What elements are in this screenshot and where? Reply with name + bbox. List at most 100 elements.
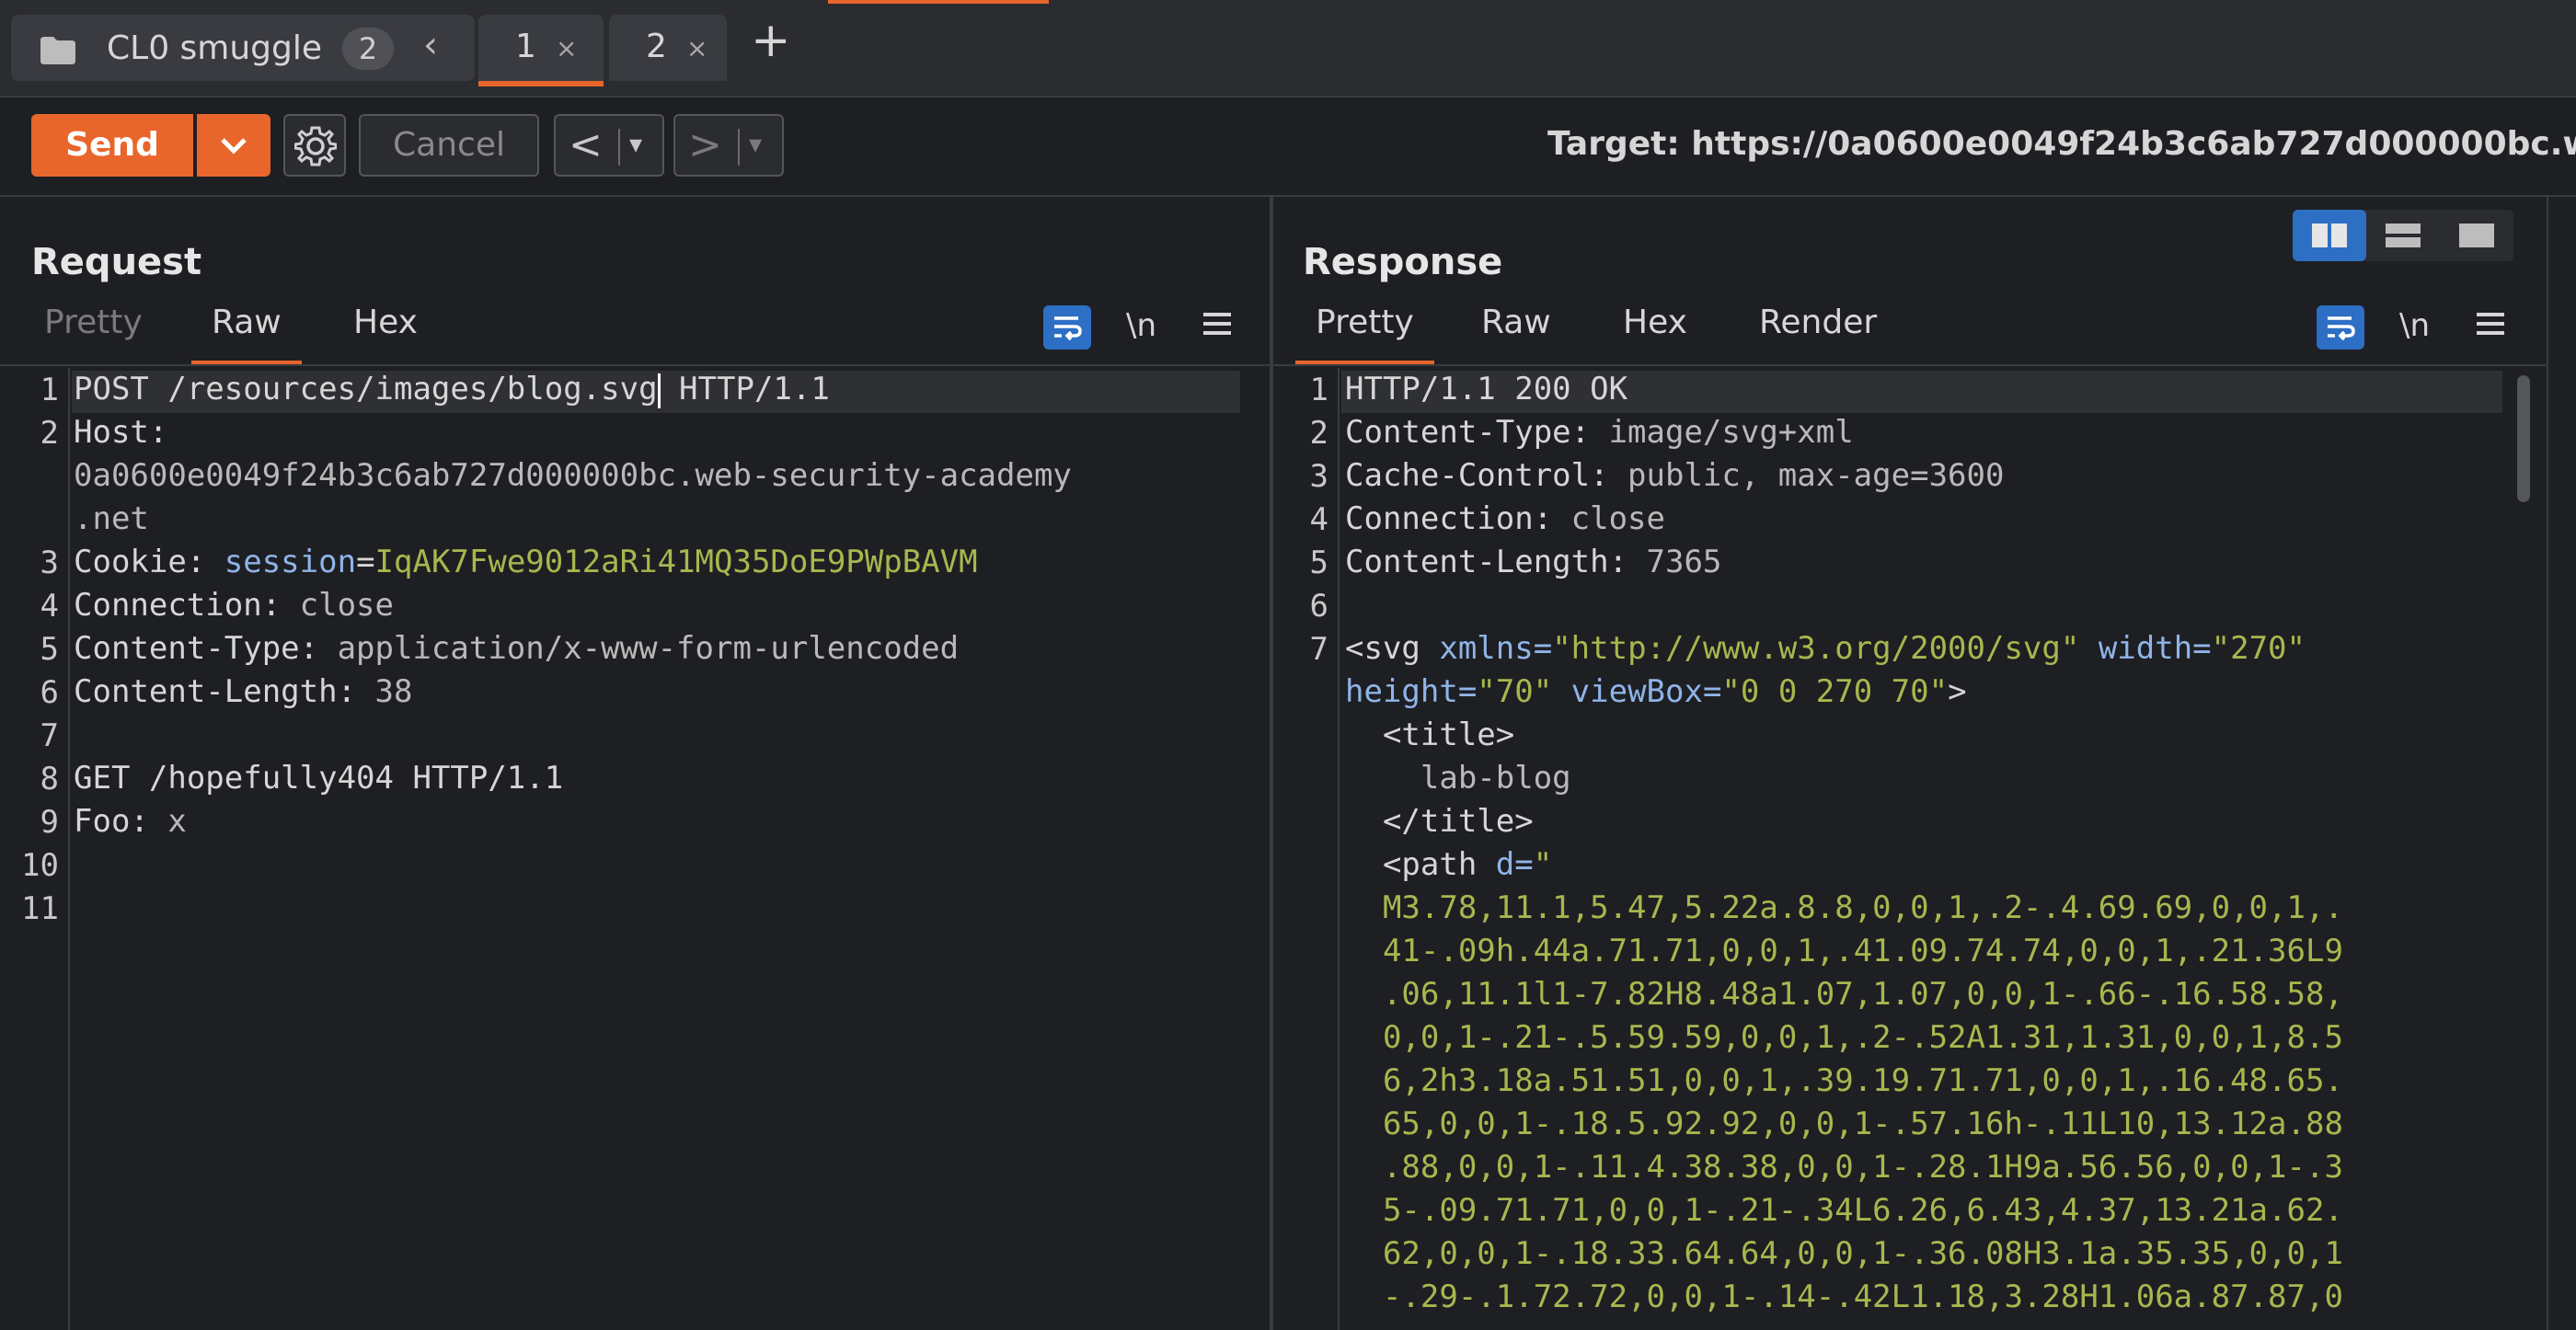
word-wrap-toggle[interactable]	[1043, 305, 1091, 350]
chevron-left-icon[interactable]: ‹	[423, 24, 438, 66]
response-code: HTTP/1.1 200 OK Content-Type: image/svg+…	[1345, 368, 2343, 1319]
code-line: lab-blog	[1420, 760, 1571, 797]
tab-raw[interactable]: Raw	[1481, 304, 1551, 341]
line-number: 10	[21, 847, 59, 884]
tab-hex[interactable]: Hex	[1623, 304, 1687, 341]
plus-icon[interactable]: +	[751, 13, 791, 68]
code-line: Connection: close	[74, 587, 394, 624]
line-number: 2	[40, 415, 59, 452]
layout-stacked-button[interactable]	[2366, 210, 2440, 261]
show-newlines-toggle[interactable]: \n	[2399, 307, 2430, 344]
hamburger-menu-icon[interactable]	[2477, 307, 2504, 340]
code-line: 5-.09.71.71,0,0,1-.21-.34L6.26,6.43,4.37…	[1382, 1192, 2343, 1229]
divider	[0, 364, 1270, 366]
code-line: 62,0,0,1-.18.33.64.64,0,0,1-.36.08H3.1a.…	[1382, 1235, 2343, 1272]
cancel-button[interactable]: Cancel	[359, 114, 539, 177]
line-number: 2	[1309, 415, 1328, 452]
code-line: height="70" viewBox="0 0 270 70">	[1345, 673, 1967, 710]
code-line: 41-.09h.44a.71.71,0,0,1,.41.09.74.74,0,0…	[1382, 933, 2343, 969]
chevron-down-icon[interactable]: ▾	[629, 129, 642, 159]
tab-pretty[interactable]: Pretty	[44, 304, 143, 341]
single-pane-icon	[2459, 224, 2494, 247]
split-horizontal-icon	[2312, 224, 2347, 247]
tab-request-2[interactable]: 2 ×	[609, 15, 727, 81]
code-line: Cookie: session=IqAK7Fwe9012aRi41MQ35DoE…	[74, 544, 978, 580]
send-button[interactable]: Send	[31, 114, 193, 177]
tab-render[interactable]: Render	[1759, 304, 1877, 341]
line-number-gutter: 1 2 3 4 5 6 7	[1273, 368, 1340, 1330]
request-panel-title: Request	[31, 241, 202, 283]
tab-request-1[interactable]: 1 ×	[478, 15, 604, 86]
tab-strip: CL0 smuggle 2 ‹ 1 × 2 × +	[0, 0, 2576, 97]
tab-raw[interactable]: Raw	[191, 304, 302, 364]
tab-strip-accent	[828, 0, 1049, 4]
toolbar: Send Cancel < ▾ > ▾ Target: https://0a06…	[0, 97, 2576, 195]
line-number: 5	[1309, 545, 1328, 581]
code-line: Cache-Control: public, max-age=3600	[1345, 457, 2005, 494]
gear-icon	[294, 126, 337, 166]
target-url[interactable]: Target: https://0a0600e0049f24b3c6ab727d…	[1547, 125, 2576, 163]
layout-toggle	[2293, 210, 2513, 261]
line-number: 3	[1309, 458, 1328, 495]
show-newlines-toggle[interactable]: \n	[1126, 307, 1156, 344]
code-line: Host:	[74, 414, 168, 451]
tab-label: 1	[515, 28, 536, 65]
word-wrap-toggle[interactable]	[2317, 305, 2364, 350]
send-options-dropdown[interactable]	[197, 114, 270, 177]
close-icon[interactable]: ×	[556, 33, 577, 63]
hamburger-menu-icon[interactable]	[1203, 307, 1231, 340]
code-line: Content-Type: image/svg+xml	[1345, 414, 1854, 451]
request-editor[interactable]: 1 2 3 4 5 6 7 8 9 10 11 POST /resources/…	[0, 368, 1270, 1330]
tab-hex[interactable]: Hex	[353, 304, 418, 341]
tab-group-count-badge: 2	[342, 28, 394, 70]
divider	[738, 129, 740, 166]
history-back-button[interactable]: < ▾	[554, 114, 664, 177]
settings-button[interactable]	[283, 114, 346, 177]
request-code: POST /resources/images/blog.svg HTTP/1.1…	[74, 368, 1072, 843]
code-line: .06,11.1l1-7.82H8.48a1.07,1.07,0,0,1-.66…	[1382, 976, 2343, 1013]
code-line: Connection: close	[1345, 500, 1665, 537]
code-line: Content-Length: 38	[74, 673, 413, 710]
code-line: 65,0,0,1-.18.5.92.92,0,0,1-.57.16h-.11L1…	[1382, 1106, 2343, 1142]
code-line: M3.78,11.1,5.47,5.22a.8.8,0,0,1,.2-.4.69…	[1382, 889, 2343, 926]
line-number: 8	[40, 761, 59, 797]
line-number: 7	[1309, 631, 1328, 668]
code-line: .88,0,0,1-.11.4.38.38,0,0,1-.28.1H9a.56.…	[1382, 1149, 2343, 1186]
folder-icon	[40, 37, 75, 64]
layout-split-button[interactable]	[2293, 210, 2366, 261]
code-line: <svg xmlns="http://www.w3.org/2000/svg" …	[1345, 630, 2306, 667]
tab-label: 2	[646, 28, 667, 65]
line-number: 6	[40, 674, 59, 711]
code-line: -.29-.1.72.72,0,0,1-.14-.42L1.18,3.28H1.…	[1382, 1278, 2343, 1315]
divider	[1273, 364, 2547, 366]
line-number: 5	[40, 631, 59, 668]
chevron-down-icon[interactable]: ▾	[749, 129, 762, 159]
code-line: Content-Length: 7365	[1345, 544, 1722, 580]
line-number: 4	[40, 588, 59, 625]
layout-single-button[interactable]	[2440, 210, 2513, 261]
word-wrap-icon	[2328, 316, 2355, 341]
divider	[618, 129, 620, 166]
word-wrap-icon	[1054, 316, 1082, 341]
tab-group-cl0-smuggle[interactable]: CL0 smuggle 2 ‹	[11, 15, 475, 81]
code-line: GET /hopefully404 HTTP/1.1	[74, 760, 564, 797]
line-number: 3	[40, 545, 59, 581]
code-line: 0,0,1-.21-.5.59.59,0,0,1,.2-.52A1.31,1.3…	[1382, 1019, 2343, 1056]
code-line: 6,2h3.18a.51.51,0,0,1,.39.19.71.71,0,0,1…	[1382, 1062, 2343, 1099]
history-forward-button[interactable]: > ▾	[673, 114, 784, 177]
line-number: 7	[40, 717, 59, 754]
code-line: 0a0600e0049f24b3c6ab727d000000bc.web-sec…	[74, 457, 1072, 494]
arrow-left-icon: <	[569, 121, 603, 168]
response-scrollbar[interactable]	[2517, 375, 2530, 502]
tab-pretty[interactable]: Pretty	[1295, 304, 1434, 364]
divider	[2547, 197, 2548, 1330]
code-line: Content-Type: application/x-www-form-url…	[74, 630, 960, 667]
code-line: HTTP/1.1 200 OK	[1345, 371, 1628, 407]
response-editor[interactable]: 1 2 3 4 5 6 7 HTTP/1.1 200 OK Content-Ty…	[1273, 368, 2515, 1330]
code-line: <title>	[1382, 717, 1515, 753]
close-icon[interactable]: ×	[686, 33, 707, 63]
divider	[0, 195, 2576, 197]
code-line: Foo: x	[74, 803, 187, 840]
code-line: .net	[74, 500, 149, 537]
chevron-down-icon	[221, 138, 247, 155]
